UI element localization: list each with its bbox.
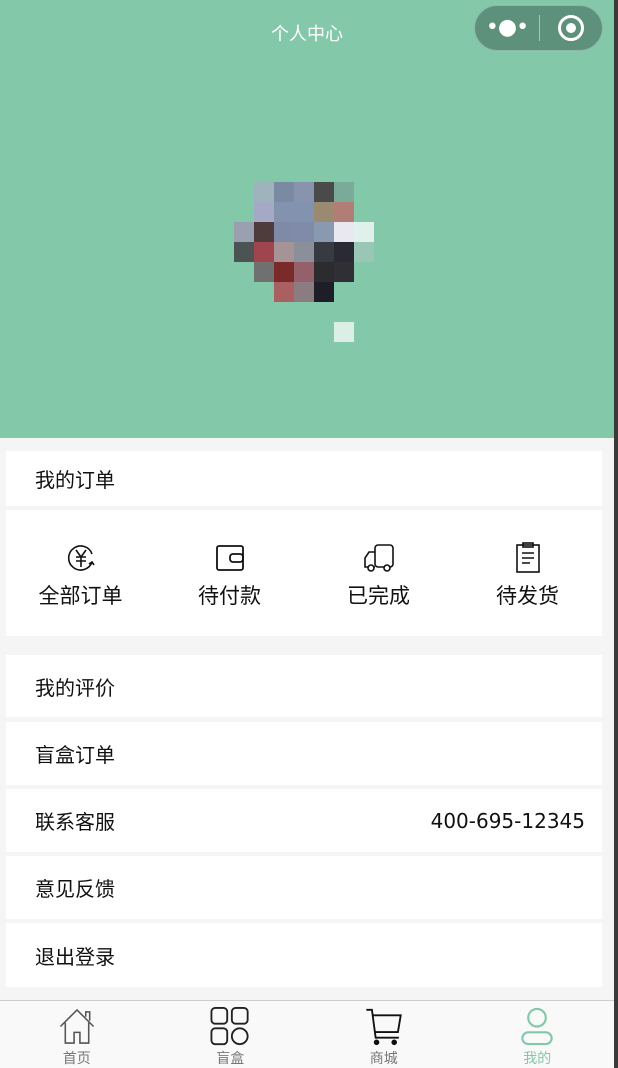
avatar-pixel xyxy=(274,222,294,242)
menu-my-reviews[interactable]: 我的评价 xyxy=(6,655,602,717)
close-target-icon[interactable] xyxy=(558,15,584,41)
tab-blind-box[interactable]: 盲盒 xyxy=(154,1001,308,1068)
order-pending-shipment[interactable]: 待发货 xyxy=(453,510,602,636)
avatar-pixel xyxy=(294,282,314,302)
tab-mine[interactable]: 我的 xyxy=(461,1001,615,1068)
truck-icon xyxy=(363,544,394,572)
avatar-pixel xyxy=(294,222,314,242)
avatar-pixel xyxy=(354,222,374,242)
tab-label: 首页 xyxy=(62,1051,91,1067)
home-icon xyxy=(59,1008,94,1044)
avatar-pixel xyxy=(254,222,274,242)
avatar-pixel xyxy=(254,242,274,262)
mini-program-capsule: •●• xyxy=(474,5,603,51)
service-phone[interactable]: 400-695-12345 xyxy=(431,809,585,833)
scrollbar[interactable] xyxy=(614,0,618,1068)
profile-header: 个人中心 •●• xyxy=(0,0,614,438)
avatar-pixel xyxy=(354,242,374,262)
avatar-pixel xyxy=(254,202,274,222)
order-pending-payment[interactable]: 待付款 xyxy=(155,510,304,636)
avatar-pixel xyxy=(334,262,354,282)
menu-label: 联系客服 xyxy=(35,810,115,834)
avatar-pixel xyxy=(254,262,274,282)
tab-mall[interactable]: 商城 xyxy=(307,1001,461,1068)
avatar-pixel xyxy=(274,262,294,282)
wallet-icon xyxy=(215,545,244,571)
clipboard-icon xyxy=(515,542,540,573)
menu-feedback[interactable]: 意见反馈 xyxy=(6,856,602,919)
grid-icon xyxy=(210,1007,249,1046)
order-shortcuts: 全部订单 待付款 已完成 待发货 xyxy=(6,510,602,636)
avatar-pixel xyxy=(274,182,294,202)
avatar-pixel xyxy=(314,262,334,282)
order-all-label: 全部订单 xyxy=(38,584,123,608)
avatar-pixel xyxy=(334,242,354,262)
avatar-pixel xyxy=(314,202,334,222)
user-icon xyxy=(521,1007,553,1046)
avatar-pixel xyxy=(314,222,334,242)
menu-blind-box-orders[interactable]: 盲盒订单 xyxy=(6,722,602,785)
my-orders-title: 我的订单 xyxy=(35,468,115,492)
tab-bar: 首页 盲盒 商城 我的 xyxy=(0,1000,614,1068)
tab-label: 商城 xyxy=(369,1051,398,1067)
my-orders-header: 我的订单 xyxy=(6,451,602,506)
avatar-pixel xyxy=(334,202,354,222)
avatar-pixel xyxy=(314,242,334,262)
avatar-pixel xyxy=(294,262,314,282)
nickname-placeholder xyxy=(334,322,354,342)
menu-label: 盲盒订单 xyxy=(35,743,115,767)
avatar[interactable] xyxy=(234,182,374,302)
avatar-pixel xyxy=(274,282,294,302)
order-pending-payment-label: 待付款 xyxy=(198,584,261,608)
avatar-pixel xyxy=(274,202,294,222)
tab-home[interactable]: 首页 xyxy=(0,1001,154,1068)
order-pending-shipment-label: 待发货 xyxy=(496,584,559,608)
menu-label: 我的评价 xyxy=(35,675,115,700)
order-all[interactable]: 全部订单 xyxy=(6,510,155,636)
menu-label: 退出登录 xyxy=(35,944,115,969)
divider xyxy=(539,15,540,41)
avatar-pixel xyxy=(334,222,354,242)
avatar-pixel xyxy=(314,182,334,202)
avatar-pixel xyxy=(294,202,314,222)
more-icon[interactable]: •●• xyxy=(475,5,539,51)
avatar-pixel xyxy=(234,222,254,242)
avatar-pixel xyxy=(334,182,354,202)
cart-icon xyxy=(366,1008,402,1046)
tab-label: 盲盒 xyxy=(216,1051,245,1067)
avatar-pixel xyxy=(294,182,314,202)
avatar-pixel xyxy=(294,242,314,262)
avatar-pixel xyxy=(254,182,274,202)
order-completed[interactable]: 已完成 xyxy=(304,510,453,636)
yuan-refresh-icon xyxy=(67,545,95,571)
order-completed-label: 已完成 xyxy=(347,584,410,608)
menu-label: 意见反馈 xyxy=(35,877,115,901)
tab-label: 我的 xyxy=(523,1051,552,1067)
menu-customer-service[interactable]: 联系客服 400-695-12345 xyxy=(6,789,602,852)
avatar-pixel xyxy=(314,282,334,302)
avatar-pixel xyxy=(274,242,294,262)
menu-logout[interactable]: 退出登录 xyxy=(6,923,602,987)
avatar-pixel xyxy=(234,242,254,262)
